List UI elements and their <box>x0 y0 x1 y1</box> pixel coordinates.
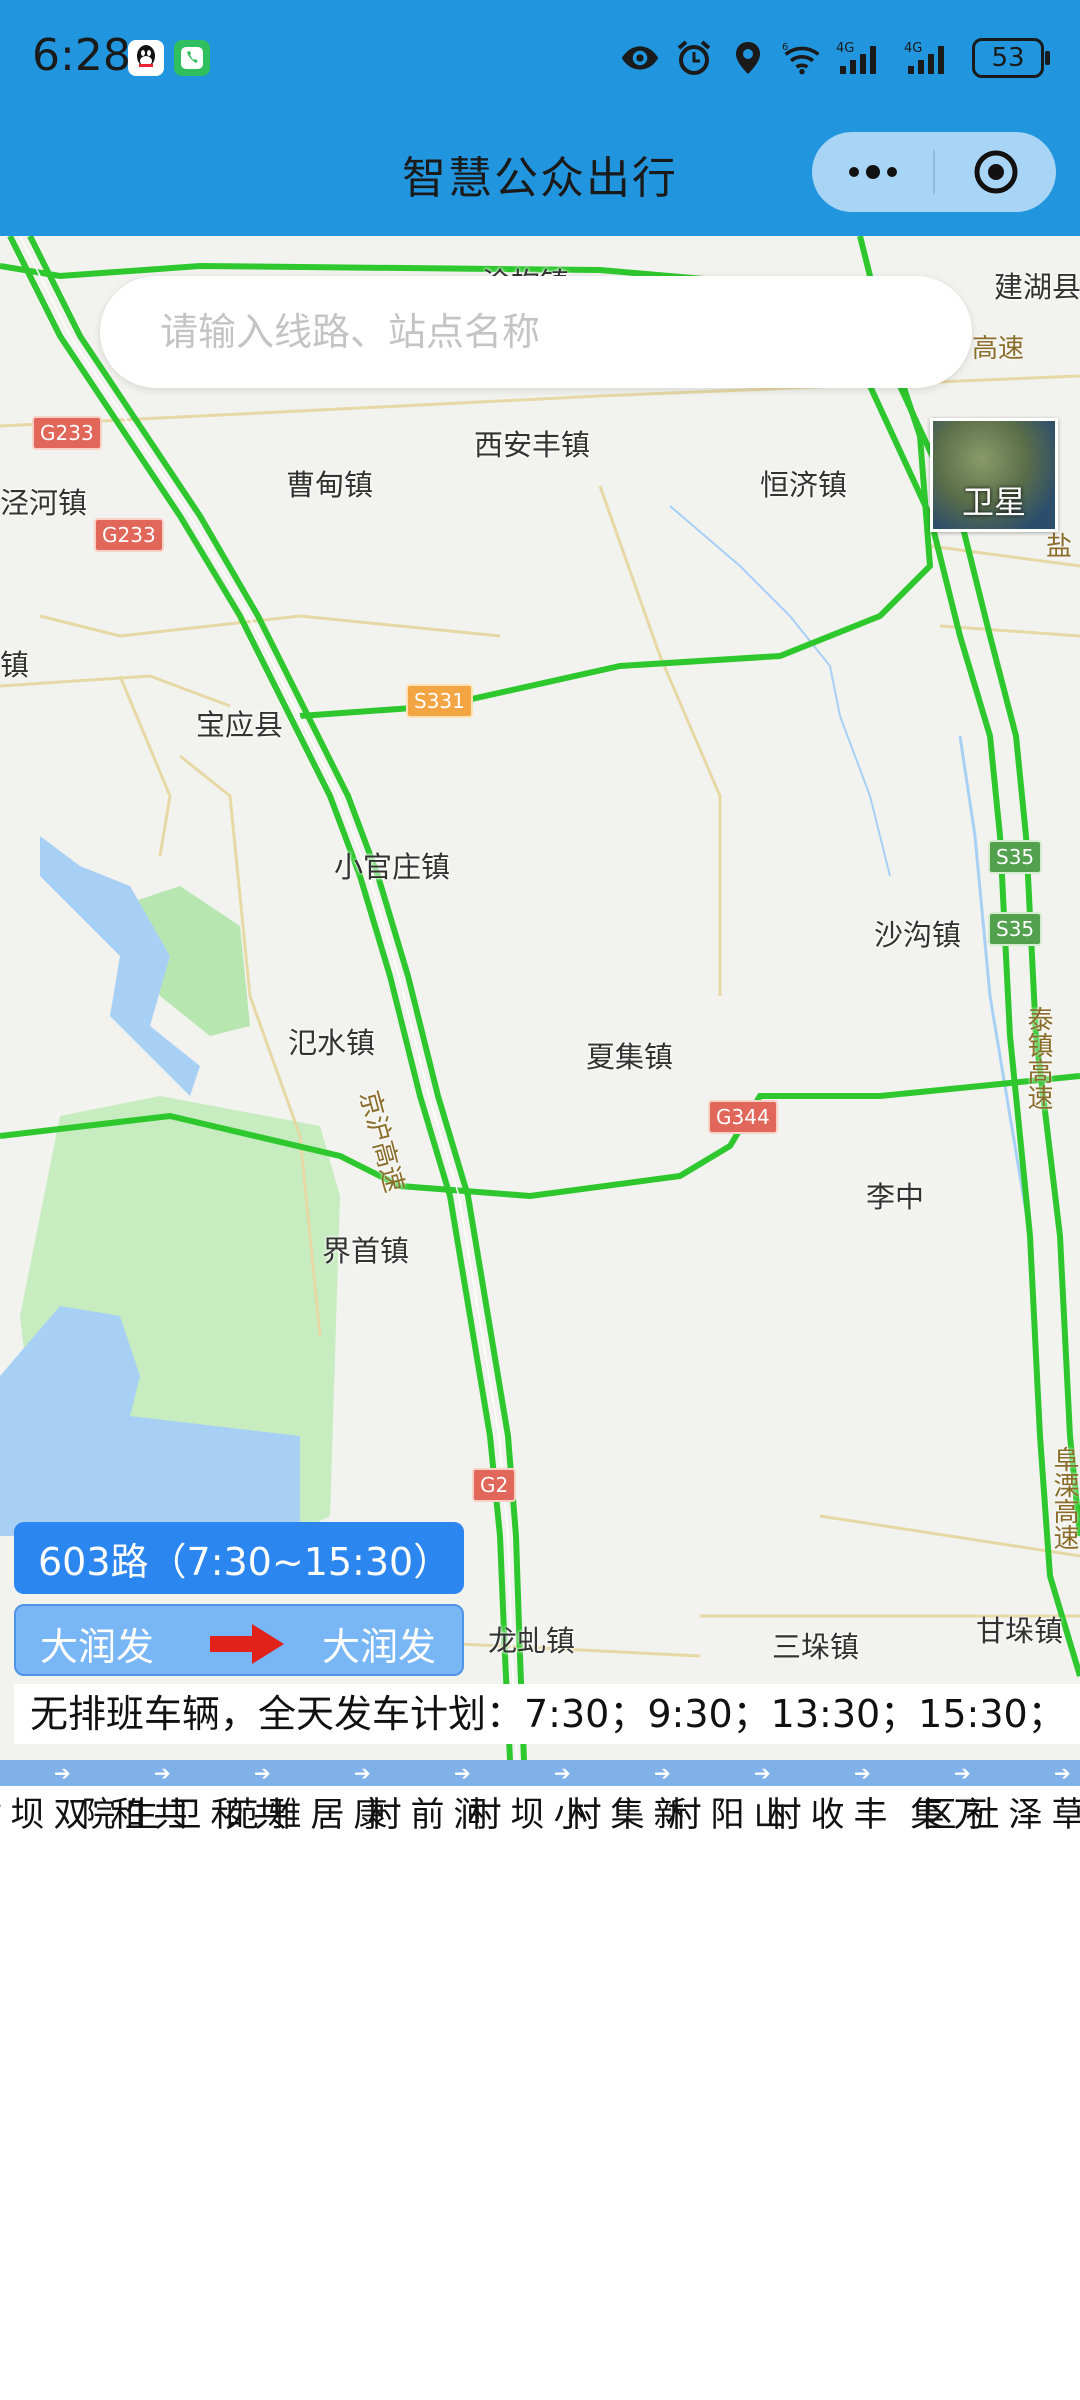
top-bar: 6:28 6 4G 4G 53 智慧公众出行 <box>0 0 1080 236</box>
town-label: 界首镇 <box>322 1234 410 1268</box>
direction-switch[interactable]: 大润发 大润发 <box>14 1604 464 1676</box>
road-shield: S331 <box>406 684 473 718</box>
town-label: 沙沟镇 <box>874 918 962 952</box>
town-label: 氾水镇 <box>288 1026 376 1060</box>
road-shield: G233 <box>94 518 164 552</box>
town-label: 西安丰镇 <box>474 428 591 462</box>
satellite-label: 卫星 <box>961 483 1026 521</box>
qq-icon <box>128 40 164 76</box>
svg-text:6: 6 <box>782 42 788 53</box>
status-icons: 6 4G 4G 53 <box>620 34 1050 82</box>
town-label: 小官庄镇 <box>334 850 451 884</box>
town-label: 甘垛镇 <box>976 1614 1064 1648</box>
svg-text:4G: 4G <box>836 41 854 56</box>
direction-chevron-icon: ➔ <box>1054 1761 1071 1785</box>
route-line: ➔ ➔ ➔ ➔ ➔ ➔ ➔ ➔ ➔ ➔ ➔ <box>0 1760 1080 1786</box>
direction-chevron-icon: ➔ <box>54 1761 71 1785</box>
road-name: 泰镇高速 <box>1023 1006 1053 1110</box>
town-label: 曹甸镇 <box>286 468 374 502</box>
direction-chevron-icon: ➔ <box>254 1761 271 1785</box>
stop-item[interactable]: 草泽社区 <box>916 1796 1080 1830</box>
town-label: 李中 <box>866 1180 925 1214</box>
road-name: 阜溧高速 <box>1049 1446 1079 1550</box>
town-label: 夏集镇 <box>586 1040 674 1074</box>
location-icon <box>728 38 768 78</box>
mini-program-capsule <box>812 132 1056 212</box>
eye-icon <box>620 38 660 78</box>
more-button[interactable] <box>812 132 933 212</box>
direction-chevron-icon: ➔ <box>654 1761 671 1785</box>
search-input[interactable] <box>158 309 922 355</box>
alarm-icon <box>674 38 714 78</box>
close-button[interactable] <box>935 132 1056 212</box>
town-label: 恒济镇 <box>760 468 848 502</box>
direction-chevron-icon: ➔ <box>554 1761 571 1785</box>
town-label: 三垛镇 <box>772 1630 860 1664</box>
town-label: 镇 <box>0 648 30 682</box>
stop-item[interactable]: 丰收村 <box>761 1796 888 1830</box>
search-box[interactable] <box>100 276 972 388</box>
direction-chevron-icon: ➔ <box>154 1761 171 1785</box>
road-shield: G2 <box>472 1468 517 1502</box>
town-label: 建湖县 <box>994 270 1080 304</box>
route-badge[interactable]: 603路（7:30~15:30） <box>14 1522 464 1594</box>
direction-from: 大润发 <box>40 1625 155 1669</box>
direction-chevron-icon: ➔ <box>454 1761 471 1785</box>
more-dots-icon <box>848 165 897 179</box>
road-shield: G233 <box>32 416 102 450</box>
direction-chevron-icon: ➔ <box>954 1761 971 1785</box>
road-shield: S35 <box>988 912 1043 946</box>
target-circle-icon <box>974 150 1017 194</box>
svg-text:4G: 4G <box>904 41 922 56</box>
direction-to: 大润发 <box>321 1625 436 1669</box>
signal-4g-icon: 4G <box>836 38 890 78</box>
road-shield: S35 <box>988 840 1043 874</box>
satellite-toggle-button[interactable]: 卫星 <box>930 418 1058 532</box>
direction-chevron-icon: ➔ <box>854 1761 871 1785</box>
town-label: 泾河镇 <box>0 486 88 520</box>
town-label: 龙虬镇 <box>488 1624 576 1658</box>
direction-chevron-icon: ➔ <box>354 1761 371 1785</box>
battery-indicator: 53 <box>972 38 1050 78</box>
phone-call-icon <box>174 40 210 76</box>
road-shield: G344 <box>708 1100 778 1134</box>
signal-4g-icon-2: 4G <box>904 38 958 78</box>
schedule-notice: 无排班车辆，全天发车计划：7:30；9:30；13:30；15:30； <box>14 1684 1080 1744</box>
status-time: 6:28 <box>32 30 131 81</box>
wifi-icon: 6 <box>782 38 822 78</box>
road-name: 高速 <box>972 334 1025 364</box>
direction-chevron-icon: ➔ <box>754 1761 771 1785</box>
arrow-right-icon <box>210 1624 284 1664</box>
town-label: 宝应县 <box>196 708 284 742</box>
